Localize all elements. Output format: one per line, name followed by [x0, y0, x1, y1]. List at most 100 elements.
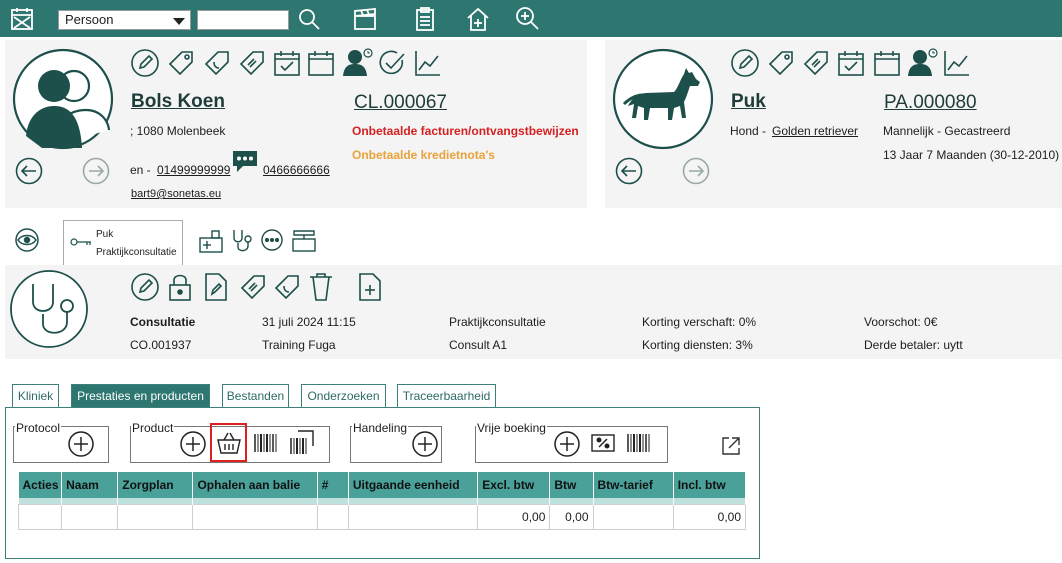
- calendar-icon[interactable]: [872, 48, 902, 78]
- trash-icon[interactable]: [308, 272, 334, 302]
- client-name-link[interactable]: Bols Koen: [131, 91, 225, 113]
- chart-line-icon[interactable]: [413, 48, 443, 78]
- lock-icon[interactable]: [166, 272, 194, 302]
- phone-tag-icon[interactable]: [272, 272, 302, 302]
- arrow-left-circle-icon[interactable]: [15, 157, 43, 185]
- clapperboard-icon[interactable]: [351, 5, 379, 33]
- chat-icon[interactable]: [231, 148, 259, 174]
- expand-icon[interactable]: [720, 435, 742, 457]
- col-btw[interactable]: Btw: [549, 472, 594, 498]
- col-uitgaande-eenheid[interactable]: Uitgaande eenheid: [348, 472, 479, 498]
- cell-incl-btw: 0,00: [672, 503, 747, 530]
- zoom-in-icon[interactable]: [513, 5, 541, 33]
- discount-given: Korting verschaft: 0%: [642, 315, 757, 329]
- barcode-icon[interactable]: [626, 432, 652, 454]
- search-icon[interactable]: [295, 5, 323, 33]
- clipboard-list-icon[interactable]: [411, 5, 439, 33]
- barcode-scan-icon[interactable]: [288, 428, 316, 456]
- third-payer: Derde betaler: uytt: [864, 338, 963, 352]
- check-circle-icon[interactable]: [377, 48, 407, 78]
- consult-tab[interactable]: Puk Praktijkconsultatie: [63, 220, 183, 265]
- chart-line-icon[interactable]: [942, 48, 972, 78]
- barcode-tag-icon[interactable]: [237, 48, 267, 78]
- col-acties[interactable]: Acties: [18, 472, 63, 498]
- person-clock-icon[interactable]: [341, 46, 373, 78]
- col-ophalen-aan-balie[interactable]: Ophalen aan balie: [192, 472, 318, 498]
- chat-bubble-icon[interactable]: [259, 228, 285, 254]
- edit-icon[interactable]: [130, 48, 160, 78]
- phone-prefix: en -: [130, 163, 151, 177]
- protocol-label: Protocol: [15, 421, 62, 435]
- document-edit-icon[interactable]: [203, 272, 229, 302]
- medical-kit-icon[interactable]: [198, 228, 226, 254]
- calendar-icon[interactable]: [306, 48, 336, 78]
- barcode-tag-icon[interactable]: [801, 48, 831, 78]
- cell-excl-btw: 0,00: [477, 503, 551, 530]
- tag-icon[interactable]: [166, 48, 196, 78]
- patient-name-link[interactable]: Puk: [731, 91, 766, 113]
- barcode-tag-icon[interactable]: [238, 272, 268, 302]
- add-handeling-icon[interactable]: [411, 430, 439, 458]
- client-code-link[interactable]: CL.000067: [354, 92, 447, 114]
- arrow-right-circle-icon[interactable]: [82, 157, 110, 185]
- phone-tag-icon[interactable]: [202, 48, 232, 78]
- advance-payment: Voorschot: 0€: [864, 315, 938, 329]
- entity-type-select-value: Persoon: [65, 12, 114, 27]
- calendar-check-icon[interactable]: [836, 48, 866, 78]
- tab-onderzoeken[interactable]: Onderzoeken: [301, 384, 386, 407]
- person-clock-icon[interactable]: [906, 46, 938, 78]
- key-icon: [70, 238, 91, 246]
- entity-type-select[interactable]: Persoon: [58, 10, 191, 30]
- phone-link-1[interactable]: 01499999999: [157, 163, 230, 177]
- arrow-left-circle-icon[interactable]: [615, 157, 643, 185]
- cell-ophalen-aan-balie: [192, 503, 318, 530]
- edit-icon[interactable]: [730, 48, 760, 78]
- add-protocol-icon[interactable]: [67, 430, 95, 458]
- tab-prestaties-en-producten[interactable]: Prestaties en producten: [71, 384, 210, 407]
- barcode-icon[interactable]: [253, 432, 279, 454]
- basket-icon[interactable]: [216, 430, 242, 456]
- phone-link-2[interactable]: 0466666666: [263, 163, 330, 177]
- discount-icon[interactable]: [590, 432, 616, 454]
- col-zorgplan[interactable]: Zorgplan: [117, 472, 194, 498]
- client-address: ; 1080 Molenbeek: [130, 124, 226, 138]
- tab-bestanden[interactable]: Bestanden: [222, 384, 289, 407]
- table-row[interactable]: 0,00 0,00 0,00: [17, 503, 747, 530]
- consult-location: Training Fuga: [262, 338, 336, 352]
- patient-sex: Mannelijk - Gecastreerd: [883, 124, 1011, 138]
- patient-code-link[interactable]: PA.000080: [884, 92, 977, 114]
- consult-number: CO.001937: [130, 338, 192, 352]
- document-plus-icon[interactable]: [357, 272, 383, 302]
- products-table: Acties Naam Zorgplan Ophalen aan balie #…: [17, 472, 747, 530]
- unpaid-invoices-alert[interactable]: Onbetaalde facturen/ontvangstbewijzen: [352, 124, 579, 138]
- tab-kliniek[interactable]: Kliniek: [12, 384, 59, 407]
- col-btw-tarief[interactable]: Btw-tarief: [593, 472, 674, 498]
- scale-icon[interactable]: [290, 228, 318, 254]
- calendar-x-icon[interactable]: [8, 5, 36, 33]
- home-plus-icon[interactable]: [464, 5, 492, 33]
- consult-tab-patient: Puk: [96, 229, 114, 240]
- col-naam[interactable]: Naam: [61, 472, 119, 498]
- col-excl-btw[interactable]: Excl. btw: [477, 472, 551, 498]
- add-free-booking-icon[interactable]: [553, 430, 581, 458]
- col-incl-btw[interactable]: Incl. btw: [673, 472, 747, 498]
- col-count[interactable]: #: [317, 472, 349, 498]
- patient-age: 13 Jaar 7 Maanden (30-12-2010): [883, 148, 1060, 162]
- arrow-right-circle-icon[interactable]: [682, 157, 710, 185]
- breed-link[interactable]: Golden retriever: [772, 124, 858, 138]
- eye-icon[interactable]: [14, 228, 40, 252]
- add-product-icon[interactable]: [179, 430, 207, 458]
- calendar-check-icon[interactable]: [272, 48, 302, 78]
- cell-naam: [61, 503, 119, 530]
- email-link[interactable]: bart9@sonetas.eu: [131, 188, 221, 200]
- search-input[interactable]: [197, 10, 289, 30]
- unpaid-credit-notes-alert[interactable]: Onbetaalde kredietnota's: [352, 148, 495, 162]
- consult-category: Praktijkconsultatie: [449, 315, 546, 329]
- edit-icon[interactable]: [130, 272, 160, 302]
- tag-icon[interactable]: [766, 48, 796, 78]
- cell-btw-tarief: [592, 503, 674, 530]
- tab-traceerbaarheid[interactable]: Traceerbaarheid: [397, 384, 496, 407]
- consult-datetime: 31 juli 2024 11:15: [262, 315, 356, 329]
- stethoscope-icon[interactable]: [230, 228, 254, 254]
- consult-avatar: [9, 268, 89, 350]
